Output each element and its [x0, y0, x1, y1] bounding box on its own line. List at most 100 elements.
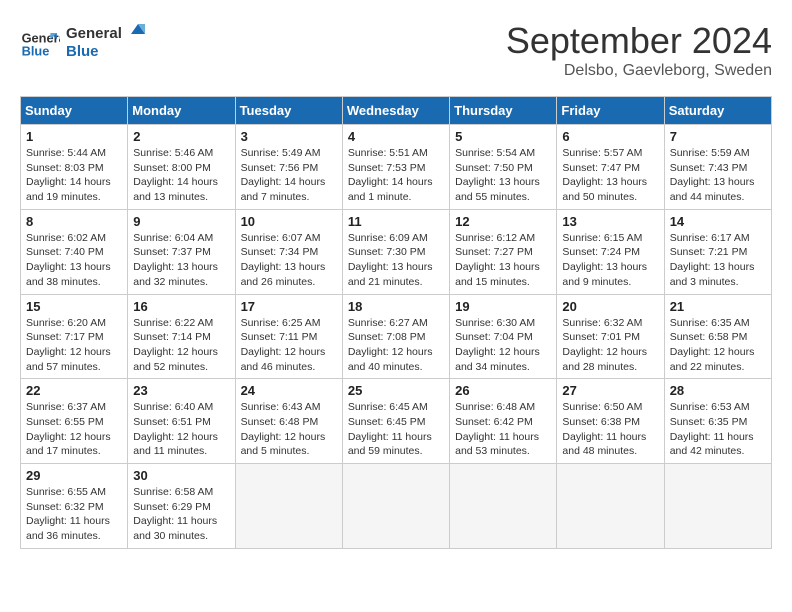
calendar-cell: 6 Sunrise: 5:57 AM Sunset: 7:47 PM Daylig… [557, 125, 664, 210]
header-day-thursday: Thursday [450, 97, 557, 125]
logo-icon: General Blue [20, 25, 60, 65]
day-number: 8 [26, 214, 122, 229]
day-number: 16 [133, 299, 229, 314]
day-number: 19 [455, 299, 551, 314]
day-info: Sunrise: 6:02 AM Sunset: 7:40 PM Dayligh… [26, 231, 122, 290]
day-number: 6 [562, 129, 658, 144]
calendar-cell: 9 Sunrise: 6:04 AM Sunset: 7:37 PM Daylig… [128, 209, 235, 294]
day-info: Sunrise: 5:51 AM Sunset: 7:53 PM Dayligh… [348, 146, 444, 205]
calendar-cell [557, 464, 664, 549]
week-row-1: 1 Sunrise: 5:44 AM Sunset: 8:03 PM Daylig… [21, 125, 772, 210]
week-row-2: 8 Sunrise: 6:02 AM Sunset: 7:40 PM Daylig… [21, 209, 772, 294]
day-info: Sunrise: 6:12 AM Sunset: 7:27 PM Dayligh… [455, 231, 551, 290]
calendar-cell: 14Sunrise: 6:17 AM Sunset: 7:21 PM Dayli… [664, 209, 771, 294]
title-block: September 2024 Delsbo, Gaevleborg, Swede… [506, 20, 772, 80]
day-info: Sunrise: 6:53 AM Sunset: 6:35 PM Dayligh… [670, 400, 766, 459]
day-number: 3 [241, 129, 337, 144]
calendar-cell: 30 Sunrise: 6:58 AM Sunset: 6:29 PM Dayli… [128, 464, 235, 549]
day-info: Sunrise: 6:37 AM Sunset: 6:55 PM Dayligh… [26, 400, 122, 459]
day-info: Sunrise: 5:44 AM Sunset: 8:03 PM Dayligh… [26, 146, 122, 205]
day-number: 1 [26, 129, 122, 144]
calendar-cell: 11 Sunrise: 6:09 AM Sunset: 7:30 PM Dayli… [342, 209, 449, 294]
location-subtitle: Delsbo, Gaevleborg, Sweden [506, 62, 772, 80]
day-number: 9 [133, 214, 229, 229]
day-number: 13 [562, 214, 658, 229]
day-info: Sunrise: 6:07 AM Sunset: 7:34 PM Dayligh… [241, 231, 337, 290]
calendar-cell: 22Sunrise: 6:37 AM Sunset: 6:55 PM Dayli… [21, 379, 128, 464]
calendar-cell: 7 Sunrise: 5:59 AM Sunset: 7:43 PM Daylig… [664, 125, 771, 210]
page-header: General Blue General Blue September 2024… [20, 20, 772, 80]
header-day-wednesday: Wednesday [342, 97, 449, 125]
calendar-cell: 4 Sunrise: 5:51 AM Sunset: 7:53 PM Daylig… [342, 125, 449, 210]
day-info: Sunrise: 5:54 AM Sunset: 7:50 PM Dayligh… [455, 146, 551, 205]
day-info: Sunrise: 6:58 AM Sunset: 6:29 PM Dayligh… [133, 485, 229, 544]
day-info: Sunrise: 6:15 AM Sunset: 7:24 PM Dayligh… [562, 231, 658, 290]
calendar-cell: 21 Sunrise: 6:35 AM Sunset: 6:58 PM Dayli… [664, 294, 771, 379]
day-info: Sunrise: 6:30 AM Sunset: 7:04 PM Dayligh… [455, 316, 551, 375]
day-number: 2 [133, 129, 229, 144]
week-row-4: 22Sunrise: 6:37 AM Sunset: 6:55 PM Dayli… [21, 379, 772, 464]
calendar-cell: 8 Sunrise: 6:02 AM Sunset: 7:40 PM Daylig… [21, 209, 128, 294]
calendar-header-row: SundayMondayTuesdayWednesdayThursdayFrid… [21, 97, 772, 125]
header-day-saturday: Saturday [664, 97, 771, 125]
day-number: 5 [455, 129, 551, 144]
day-number: 17 [241, 299, 337, 314]
day-info: Sunrise: 6:09 AM Sunset: 7:30 PM Dayligh… [348, 231, 444, 290]
week-row-3: 15 Sunrise: 6:20 AM Sunset: 7:17 PM Dayli… [21, 294, 772, 379]
calendar-cell: 23Sunrise: 6:40 AM Sunset: 6:51 PM Dayli… [128, 379, 235, 464]
month-title: September 2024 [506, 20, 772, 62]
calendar-cell: 26 Sunrise: 6:48 AM Sunset: 6:42 PM Dayli… [450, 379, 557, 464]
calendar-cell: 24Sunrise: 6:43 AM Sunset: 6:48 PM Dayli… [235, 379, 342, 464]
day-info: Sunrise: 6:25 AM Sunset: 7:11 PM Dayligh… [241, 316, 337, 375]
day-number: 4 [348, 129, 444, 144]
calendar-cell: 3 Sunrise: 5:49 AM Sunset: 7:56 PM Daylig… [235, 125, 342, 210]
header-day-tuesday: Tuesday [235, 97, 342, 125]
day-number: 12 [455, 214, 551, 229]
calendar-cell: 18Sunrise: 6:27 AM Sunset: 7:08 PM Dayli… [342, 294, 449, 379]
day-number: 21 [670, 299, 766, 314]
svg-text:General: General [66, 25, 122, 42]
calendar-cell: 15 Sunrise: 6:20 AM Sunset: 7:17 PM Dayli… [21, 294, 128, 379]
calendar-cell: 16Sunrise: 6:22 AM Sunset: 7:14 PM Dayli… [128, 294, 235, 379]
day-number: 15 [26, 299, 122, 314]
week-row-5: 29 Sunrise: 6:55 AM Sunset: 6:32 PM Dayli… [21, 464, 772, 549]
day-info: Sunrise: 6:48 AM Sunset: 6:42 PM Dayligh… [455, 400, 551, 459]
day-number: 14 [670, 214, 766, 229]
day-info: Sunrise: 6:43 AM Sunset: 6:48 PM Dayligh… [241, 400, 337, 459]
header-day-sunday: Sunday [21, 97, 128, 125]
calendar-cell: 1 Sunrise: 5:44 AM Sunset: 8:03 PM Daylig… [21, 125, 128, 210]
day-number: 27 [562, 383, 658, 398]
calendar-cell: 13 Sunrise: 6:15 AM Sunset: 7:24 PM Dayli… [557, 209, 664, 294]
day-number: 10 [241, 214, 337, 229]
day-info: Sunrise: 6:55 AM Sunset: 6:32 PM Dayligh… [26, 485, 122, 544]
day-number: 18 [348, 299, 444, 314]
day-info: Sunrise: 6:45 AM Sunset: 6:45 PM Dayligh… [348, 400, 444, 459]
calendar-cell: 17 Sunrise: 6:25 AM Sunset: 7:11 PM Dayli… [235, 294, 342, 379]
calendar-table: SundayMondayTuesdayWednesdayThursdayFrid… [20, 96, 772, 549]
day-info: Sunrise: 6:20 AM Sunset: 7:17 PM Dayligh… [26, 316, 122, 375]
calendar-cell: 29 Sunrise: 6:55 AM Sunset: 6:32 PM Dayli… [21, 464, 128, 549]
day-info: Sunrise: 5:46 AM Sunset: 8:00 PM Dayligh… [133, 146, 229, 205]
day-info: Sunrise: 5:49 AM Sunset: 7:56 PM Dayligh… [241, 146, 337, 205]
day-number: 25 [348, 383, 444, 398]
day-number: 11 [348, 214, 444, 229]
day-number: 30 [133, 468, 229, 483]
day-number: 29 [26, 468, 122, 483]
calendar-cell: 27 Sunrise: 6:50 AM Sunset: 6:38 PM Dayli… [557, 379, 664, 464]
calendar-cell: 2 Sunrise: 5:46 AM Sunset: 8:00 PM Daylig… [128, 125, 235, 210]
logo-svg: General Blue [66, 20, 146, 64]
day-info: Sunrise: 6:32 AM Sunset: 7:01 PM Dayligh… [562, 316, 658, 375]
day-number: 7 [670, 129, 766, 144]
calendar-cell: 10 Sunrise: 6:07 AM Sunset: 7:34 PM Dayli… [235, 209, 342, 294]
calendar-cell [235, 464, 342, 549]
calendar-body: 1 Sunrise: 5:44 AM Sunset: 8:03 PM Daylig… [21, 125, 772, 549]
day-info: Sunrise: 6:35 AM Sunset: 6:58 PM Dayligh… [670, 316, 766, 375]
day-number: 26 [455, 383, 551, 398]
day-info: Sunrise: 5:59 AM Sunset: 7:43 PM Dayligh… [670, 146, 766, 205]
calendar-cell [342, 464, 449, 549]
calendar-cell: 12 Sunrise: 6:12 AM Sunset: 7:27 PM Dayli… [450, 209, 557, 294]
day-info: Sunrise: 6:50 AM Sunset: 6:38 PM Dayligh… [562, 400, 658, 459]
calendar-cell [450, 464, 557, 549]
day-info: Sunrise: 6:04 AM Sunset: 7:37 PM Dayligh… [133, 231, 229, 290]
day-info: Sunrise: 5:57 AM Sunset: 7:47 PM Dayligh… [562, 146, 658, 205]
